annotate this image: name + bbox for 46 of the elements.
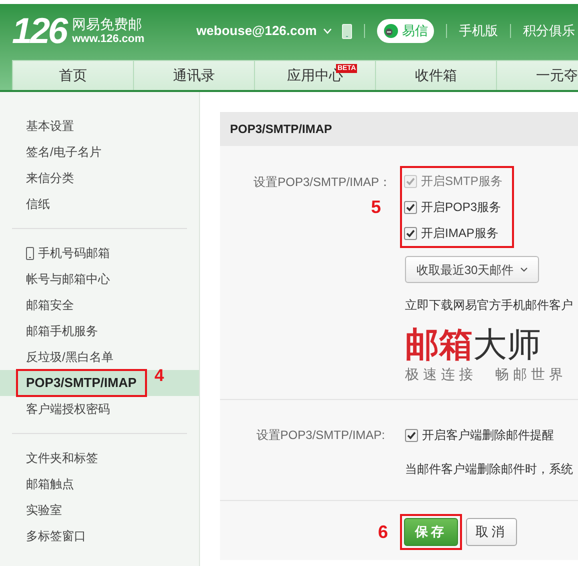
annotation-number: 6 bbox=[378, 520, 388, 544]
chevron-down-icon bbox=[322, 28, 332, 34]
sidebar-item[interactable]: 多标签窗口 bbox=[26, 527, 86, 545]
checkbox[interactable] bbox=[405, 428, 418, 442]
annotation-frame bbox=[400, 514, 462, 550]
sidebar-item[interactable]: 邮箱安全 bbox=[26, 296, 74, 314]
brand-name: 网易免费邮 bbox=[72, 16, 144, 33]
checkbox-label: 开启SMTP服务 bbox=[421, 173, 502, 190]
sidebar-item[interactable]: 邮箱触点 bbox=[26, 475, 74, 493]
domain-text: www.126.com bbox=[72, 33, 144, 46]
setting-label: 设置POP3/SMTP/IMAP: bbox=[256, 427, 385, 444]
sidebar-item[interactable]: 手机号码邮箱 bbox=[26, 244, 110, 262]
nav-tab[interactable]: 收件箱 bbox=[375, 60, 496, 90]
sidebar-item[interactable]: 帐号与邮箱中心 bbox=[26, 270, 110, 288]
cancel-button[interactable]: 取消 bbox=[466, 518, 518, 546]
annotation-number: 5 bbox=[370, 196, 381, 219]
nav-tab[interactable]: 通讯录 bbox=[133, 60, 254, 90]
checkbox[interactable] bbox=[404, 226, 417, 240]
sidebar-item[interactable]: 客户端授权密码 bbox=[26, 400, 110, 418]
nav-tab[interactable]: 首页 bbox=[12, 60, 133, 90]
annotation-number: 4 bbox=[154, 365, 164, 388]
promo-title: 邮箱 bbox=[405, 326, 473, 364]
checkbox-label: 开启客户端删除邮件提醒 bbox=[422, 427, 554, 444]
checkbox[interactable] bbox=[404, 200, 417, 214]
chevron-down-icon bbox=[520, 267, 528, 272]
phone-icon bbox=[26, 246, 34, 260]
sidebar-item[interactable]: 签名/电子名片 bbox=[26, 143, 102, 161]
promo-tagline: 极速连接 畅邮世界 bbox=[405, 365, 568, 384]
sidebar-item[interactable]: 信纸 bbox=[26, 195, 50, 213]
setting-label: 设置POP3/SMTP/IMAP： bbox=[254, 174, 391, 191]
sidebar-item[interactable]: 来信分类 bbox=[26, 169, 74, 187]
download-text: 立即下载网易官方手机邮件客户 bbox=[405, 297, 573, 314]
sidebar-item[interactable]: 邮箱手机服务 bbox=[26, 322, 98, 340]
note-text: 当邮件客户端删除邮件时，系统 bbox=[405, 461, 573, 478]
checkbox-label: 开启POP3服务 bbox=[421, 199, 502, 216]
panel-title: POP3/SMTP/IMAP bbox=[230, 121, 332, 138]
phone-icon[interactable] bbox=[342, 24, 352, 38]
promo-title: 大师 bbox=[473, 326, 541, 364]
checkbox-label: 开启IMAP服务 bbox=[421, 225, 498, 242]
sidebar-item[interactable]: 文件夹和标签 bbox=[26, 449, 98, 467]
sidebar-item[interactable]: 反垃圾/黑白名单 bbox=[26, 348, 114, 366]
sidebar-item[interactable]: 实验室 bbox=[26, 501, 62, 519]
logo-number: 126 bbox=[12, 13, 66, 49]
nav-tab[interactable]: 一元夺 bbox=[496, 60, 578, 90]
sidebar-item[interactable]: 基本设置 bbox=[26, 117, 74, 135]
period-dropdown[interactable]: 收取最近30天邮件 bbox=[405, 256, 539, 283]
